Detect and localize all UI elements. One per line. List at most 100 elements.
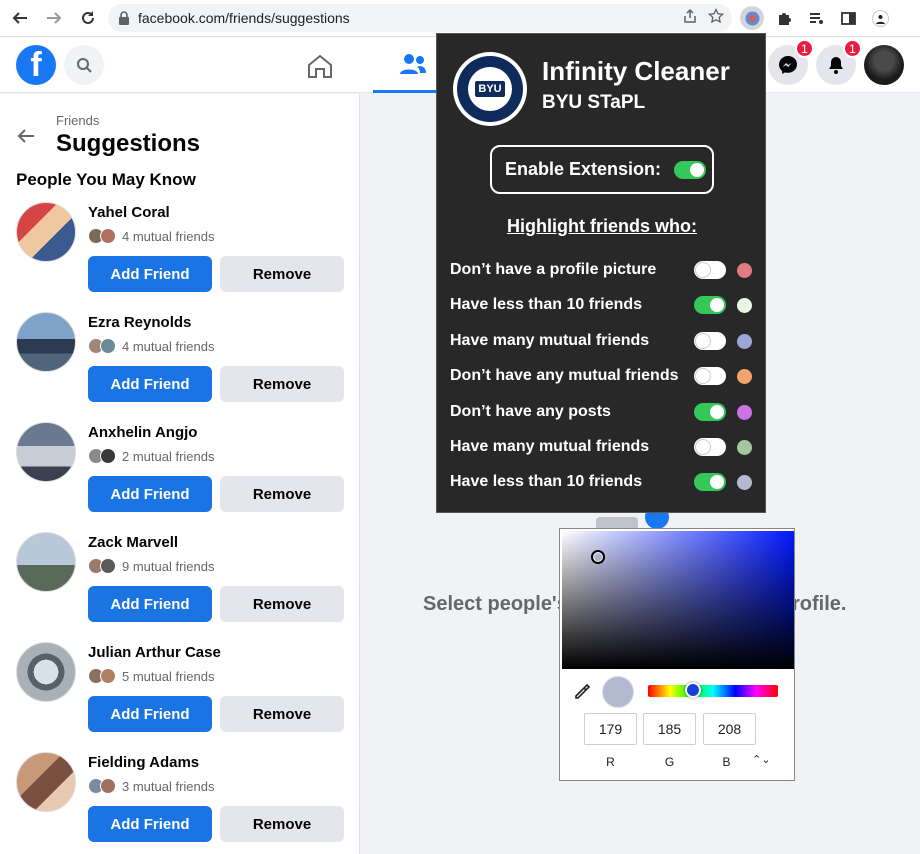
breadcrumb[interactable]: Friends <box>56 113 99 128</box>
remove-button[interactable]: Remove <box>220 366 344 402</box>
reload-button[interactable] <box>74 4 102 32</box>
star-icon[interactable] <box>708 8 724 24</box>
rule-color-swatch[interactable] <box>737 474 752 490</box>
mutual-friends[interactable]: 3 mutual friends <box>88 778 215 794</box>
extensions-button[interactable] <box>772 6 796 30</box>
eyedropper-icon[interactable] <box>573 683 591 701</box>
green-label: G <box>664 755 675 769</box>
mutual-avatar <box>100 668 116 684</box>
suggestion-card[interactable]: Zack Marvell 9 mutual friends Add Friend… <box>0 532 360 642</box>
account-avatar[interactable] <box>864 45 904 85</box>
remove-button[interactable]: Remove <box>220 586 344 622</box>
facebook-logo[interactable]: f <box>16 45 56 85</box>
avatar[interactable] <box>16 202 76 262</box>
remove-button[interactable]: Remove <box>220 806 344 842</box>
popup-subtitle: BYU STaPL <box>542 92 646 113</box>
mutual-count: 4 mutual friends <box>122 228 215 244</box>
mutual-friends[interactable]: 5 mutual friends <box>88 668 215 684</box>
share-icon[interactable] <box>682 8 698 24</box>
add-friend-button[interactable]: Add Friend <box>88 476 212 512</box>
sv-cursor[interactable] <box>591 550 605 564</box>
rule-toggle[interactable] <box>694 332 726 350</box>
remove-button[interactable]: Remove <box>220 476 344 512</box>
mutual-friends[interactable]: 9 mutual friends <box>88 558 215 574</box>
rule-toggle[interactable] <box>694 473 726 491</box>
arrow-left-icon[interactable] <box>14 124 38 148</box>
messenger-icon <box>779 56 797 74</box>
rule-color-swatch[interactable] <box>737 368 752 384</box>
media-button[interactable] <box>804 6 828 30</box>
enable-extension-control: Enable Extension: <box>490 145 714 194</box>
search-icon <box>77 58 92 73</box>
suggestion-card[interactable]: Ezra Reynolds 4 mutual friends Add Frien… <box>0 312 360 422</box>
suggestion-card[interactable]: Anxhelin Angjo 2 mutual friends Add Frie… <box>0 422 360 532</box>
rule-label: Don’t have any mutual friends <box>450 367 679 384</box>
person-name[interactable]: Anxhelin Angjo <box>88 424 197 441</box>
rule-row: Don’t have any mutual friends <box>450 364 760 388</box>
messenger-button[interactable]: 1 <box>768 39 814 85</box>
playlist-icon <box>809 12 823 24</box>
rule-toggle[interactable] <box>694 403 726 421</box>
rule-label: Don’t have any posts <box>450 403 611 420</box>
avatar[interactable] <box>16 642 76 702</box>
infinity-cleaner-extension-button[interactable] <box>740 6 764 30</box>
enable-extension-toggle[interactable] <box>674 160 707 179</box>
suggestion-card[interactable]: Yahel Coral 4 mutual friends Add Friend … <box>0 202 360 312</box>
person-name[interactable]: Fielding Adams <box>88 754 199 771</box>
person-name[interactable]: Zack Marvell <box>88 534 178 551</box>
mutual-friends[interactable]: 2 mutual friends <box>88 448 215 464</box>
rule-toggle[interactable] <box>694 296 726 314</box>
avatar[interactable] <box>16 532 76 592</box>
add-friend-button[interactable]: Add Friend <box>88 586 212 622</box>
red-input[interactable]: 179 <box>584 713 637 745</box>
add-friend-button[interactable]: Add Friend <box>88 806 212 842</box>
saturation-value-area[interactable] <box>562 531 794 669</box>
arrow-right-icon <box>47 12 62 24</box>
rule-toggle[interactable] <box>694 367 726 385</box>
rule-label: Have many mutual friends <box>450 438 650 455</box>
profile-button[interactable] <box>868 6 892 30</box>
person-name[interactable]: Julian Arthur Case <box>88 644 221 661</box>
side-panel-icon <box>840 11 856 25</box>
person-name[interactable]: Yahel Coral <box>88 204 170 221</box>
add-friend-button[interactable]: Add Friend <box>88 256 212 292</box>
add-friend-button[interactable]: Add Friend <box>88 366 212 402</box>
rule-color-swatch[interactable] <box>737 439 752 455</box>
notifications-button[interactable]: 1 <box>816 39 862 85</box>
mutual-count: 9 mutual friends <box>122 558 215 574</box>
rule-label: Have less than 10 friends <box>450 473 643 490</box>
remove-button[interactable]: Remove <box>220 696 344 732</box>
rule-toggle[interactable] <box>694 261 726 279</box>
format-toggle-icon[interactable]: ⌃⌄ <box>752 753 770 766</box>
blue-input[interactable]: 208 <box>703 713 756 745</box>
hue-slider-thumb[interactable] <box>685 682 701 698</box>
add-friend-button[interactable]: Add Friend <box>88 696 212 732</box>
person-name[interactable]: Ezra Reynolds <box>88 314 191 331</box>
avatar[interactable] <box>16 752 76 812</box>
rule-color-swatch[interactable] <box>737 404 752 420</box>
avatar[interactable] <box>16 312 76 372</box>
mutual-friends[interactable]: 4 mutual friends <box>88 338 215 354</box>
rule-color-swatch[interactable] <box>737 333 752 349</box>
rule-toggle[interactable] <box>694 438 726 456</box>
search-button[interactable] <box>64 45 104 85</box>
forward-button[interactable] <box>40 4 68 32</box>
rule-row: Don’t have a profile picture <box>450 258 760 282</box>
address-bar[interactable]: facebook.com/friends/suggestions <box>108 4 732 32</box>
toggle-knob <box>710 405 724 419</box>
mutual-friends[interactable]: 4 mutual friends <box>88 228 215 244</box>
rule-color-swatch[interactable] <box>737 262 752 278</box>
side-panel-button[interactable] <box>836 6 860 30</box>
remove-button[interactable]: Remove <box>220 256 344 292</box>
suggestion-card[interactable]: Julian Arthur Case 5 mutual friends Add … <box>0 642 360 752</box>
mutual-avatar <box>100 558 116 574</box>
avatar[interactable] <box>16 422 76 482</box>
mutual-avatar <box>100 338 116 354</box>
back-button[interactable] <box>6 4 34 32</box>
mutual-avatar <box>100 448 116 464</box>
rule-color-swatch[interactable] <box>737 297 752 313</box>
suggestion-card[interactable]: Fielding Adams 3 mutual friends Add Frie… <box>0 752 360 854</box>
home-tab[interactable] <box>300 50 340 82</box>
hue-slider[interactable] <box>648 685 778 697</box>
green-input[interactable]: 185 <box>643 713 696 745</box>
